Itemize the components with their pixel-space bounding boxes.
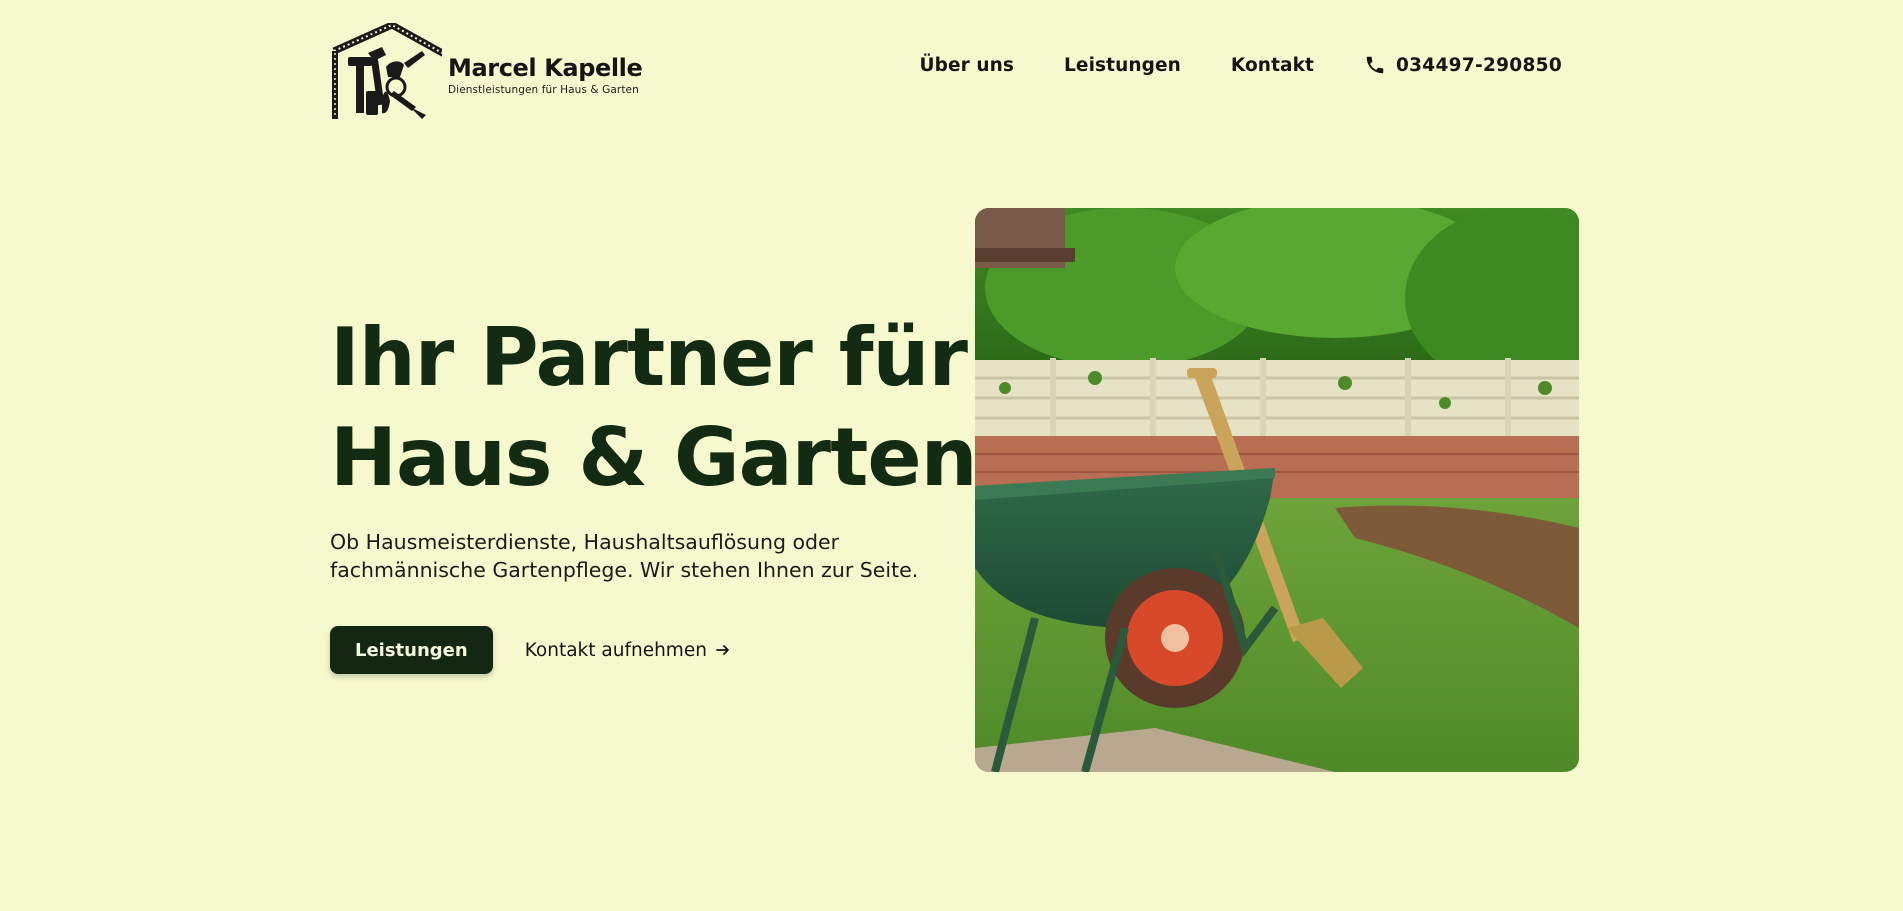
phone-number: 034497-290850 <box>1395 54 1562 76</box>
brand-text: Marcel Kapelle Dienstleistungen für Haus… <box>448 54 643 96</box>
hero-title: Ihr Partner für Haus & Garten <box>330 308 978 508</box>
page: Marcel Kapelle Dienstleistungen für Haus… <box>0 0 1903 911</box>
nav-item-ueber-uns[interactable]: Über uns <box>920 55 1015 76</box>
brand-home-link[interactable]: Marcel Kapelle Dienstleistungen für Haus… <box>330 23 643 121</box>
nav-item-leistungen[interactable]: Leistungen <box>1064 55 1181 76</box>
house-tools-logo-icon <box>332 23 442 119</box>
hero-title-line1: Ihr Partner für <box>330 311 968 404</box>
wheelbarrow-garden-photo <box>975 208 1579 772</box>
kontakt-aufnehmen-label: Kontakt aufnehmen <box>524 639 707 661</box>
nav-item-kontakt[interactable]: Kontakt <box>1231 55 1314 76</box>
main-nav: Über uns Leistungen Kontakt 034497-29085… <box>920 54 1563 76</box>
hero-subtitle: Ob Hausmeisterdienste, Haushaltsauflösun… <box>330 530 919 582</box>
brand-name: Marcel Kapelle <box>448 54 643 82</box>
phone-icon <box>1366 56 1384 74</box>
site-header: Marcel Kapelle Dienstleistungen für Haus… <box>330 22 1562 122</box>
hero-title-line2: Haus & Garten <box>330 411 978 504</box>
arrow-right-icon <box>716 645 729 655</box>
brand-tagline: Dienstleistungen für Haus & Garten <box>448 84 639 96</box>
phone-link[interactable]: 034497-290850 <box>1364 54 1562 76</box>
kontakt-aufnehmen-link[interactable]: Kontakt aufnehmen <box>525 640 731 661</box>
hero-cta-row: Leistungen Kontakt aufnehmen <box>330 626 731 674</box>
leistungen-button[interactable]: Leistungen <box>330 626 493 674</box>
